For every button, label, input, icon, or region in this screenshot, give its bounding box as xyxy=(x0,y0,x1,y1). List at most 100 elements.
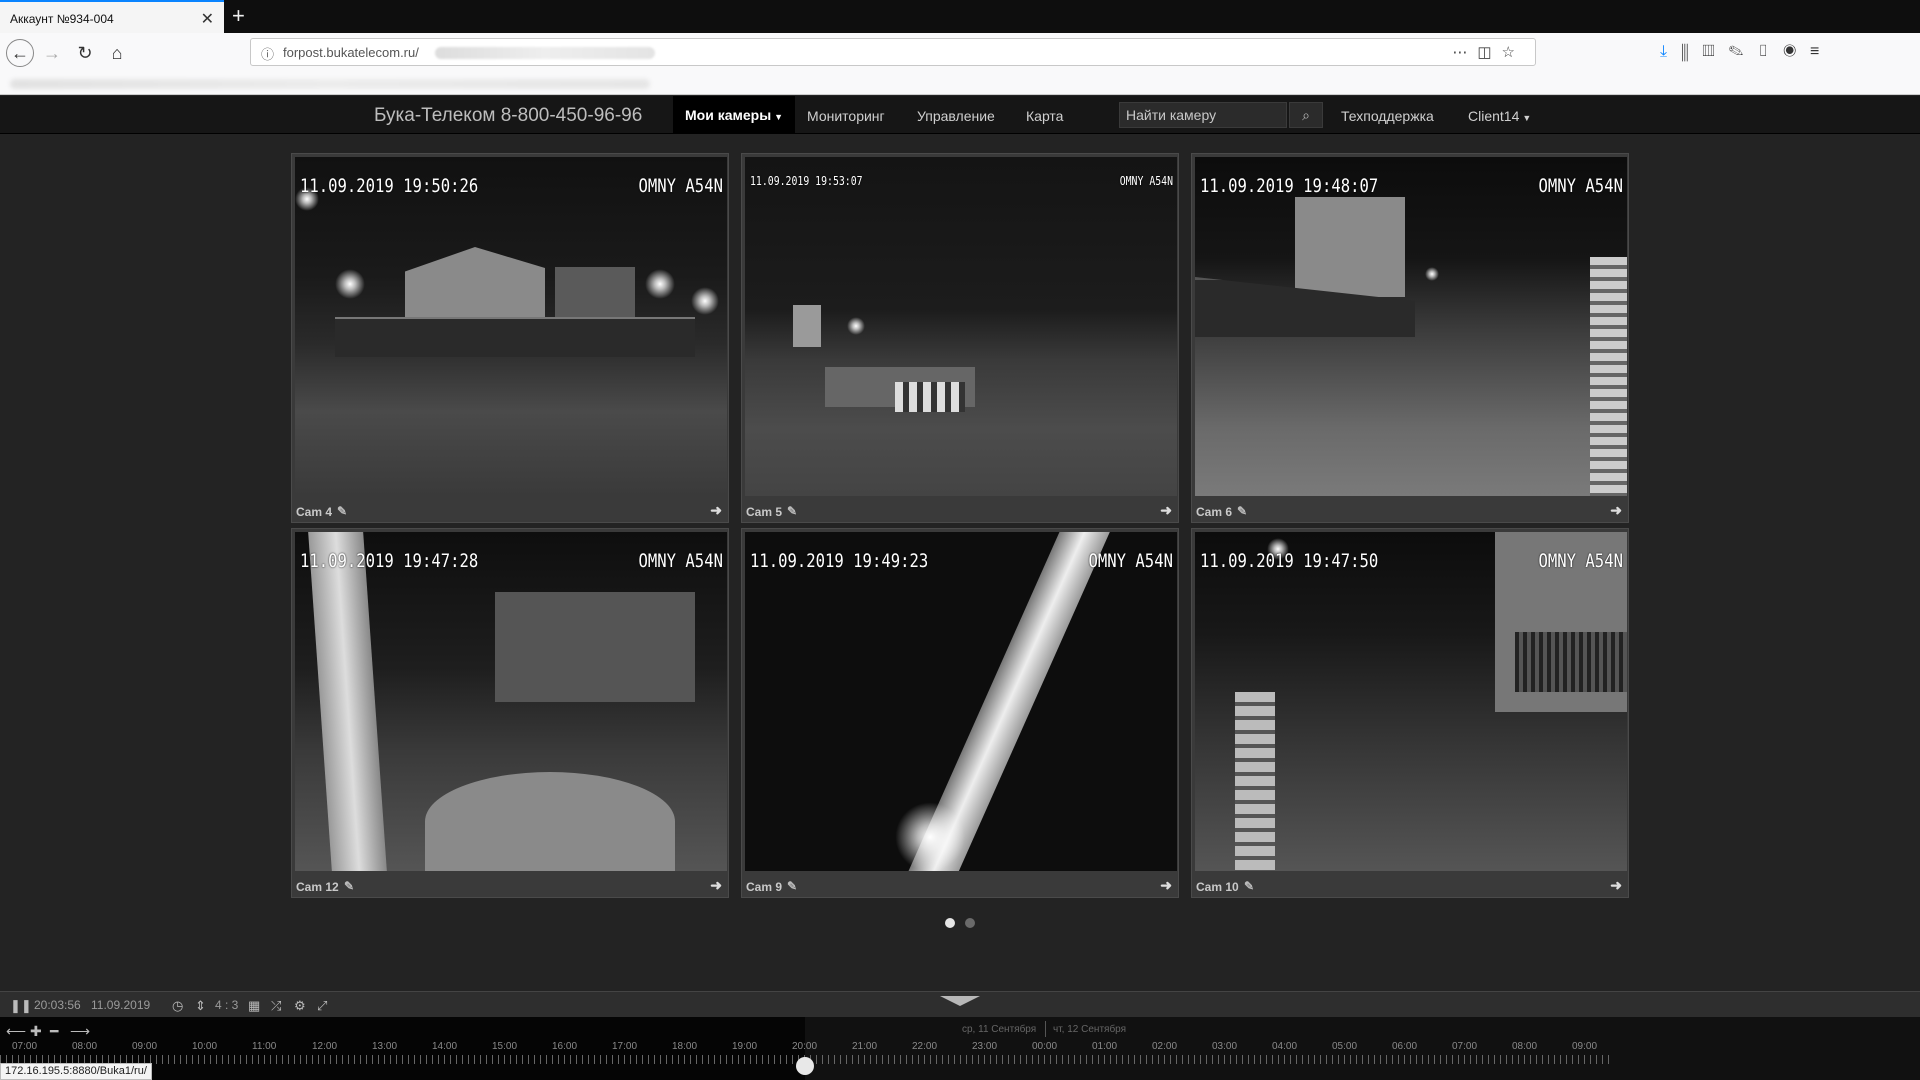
arrow-right-icon[interactable]: ➜ xyxy=(710,502,722,519)
aspect-ratio[interactable]: 4 : 3 xyxy=(215,998,238,1012)
camera-tile: 11.09.2019 19:48:07 OMNY A54N Cam 6 ✎ ➜ xyxy=(1191,153,1629,523)
toolbar-icons: ⤓⫼▥✎▯◉≡ xyxy=(1660,43,1833,61)
sort-icon[interactable]: ⇕ xyxy=(195,998,206,1014)
reload-icon[interactable]: ↻ xyxy=(73,41,97,65)
camera-feed[interactable]: 11.09.2019 19:50:26 OMNY A54N xyxy=(295,157,727,496)
timeline-hour-label: 06:00 xyxy=(1392,1041,1418,1052)
url-bar[interactable]: ⓘ forpost.bukatelecom.ru/ ⋯◫☆ xyxy=(250,38,1536,66)
nav-my-cameras-label: Мои камеры xyxy=(685,107,772,123)
timeline-hour-label: 17:00 xyxy=(612,1041,638,1052)
app-navbar: Бука-Телеком 8-800-450-96-96 Мои камеры ▼… xyxy=(0,96,1920,134)
zoom-out-icon[interactable]: ━ xyxy=(50,1023,58,1040)
shuffle-icon[interactable]: ⤮ xyxy=(271,998,281,1014)
grid-icon[interactable]: ▦ xyxy=(248,998,260,1014)
camera-feed[interactable]: 11.09.2019 19:47:28 OMNY A54N xyxy=(295,532,727,871)
collapse-arrow-icon[interactable] xyxy=(940,996,980,1006)
fullscreen-icon[interactable]: ⤢ xyxy=(317,998,327,1014)
fence-shape xyxy=(1235,692,1275,871)
gear-icon[interactable]: ⚙ xyxy=(294,998,306,1014)
camera-footer: Cam 9 ✎ ➜ xyxy=(742,874,1178,898)
arrow-right-icon[interactable]: ➜ xyxy=(710,877,722,894)
camera-timestamp: 11.09.2019 19:49:23 xyxy=(750,550,929,572)
camera-name: Cam 4 xyxy=(296,505,333,519)
arrow-right-icon[interactable]: ➜ xyxy=(1160,502,1172,519)
camera-timestamp: 11.09.2019 19:53:07 xyxy=(750,174,863,188)
playback-date: 11.09.2019 xyxy=(91,998,151,1012)
status-bar-url: 172.16.195.5:8880/Buka1/ru/ xyxy=(0,1063,152,1080)
camera-feed[interactable]: 11.09.2019 19:47:50 OMNY A54N xyxy=(1195,532,1627,871)
scroll-left-icon[interactable]: ⟵ xyxy=(6,1023,26,1040)
camera-feed[interactable]: 11.09.2019 19:49:23 OMNY A54N xyxy=(745,532,1177,871)
url-redacted xyxy=(435,47,655,59)
zoom-in-icon[interactable]: ✚ xyxy=(30,1023,42,1040)
nav-my-cameras[interactable]: Мои камеры ▼ xyxy=(673,96,796,134)
sidebar-icon[interactable]: ▥ xyxy=(1702,43,1728,60)
timeline-hour-label: 12:00 xyxy=(312,1041,338,1052)
camera-feed[interactable]: 11.09.2019 19:48:07 OMNY A54N xyxy=(1195,157,1627,496)
camera-search-input[interactable] xyxy=(1119,102,1287,128)
nav-monitoring[interactable]: Мониторинг xyxy=(807,108,885,124)
timeline-hour-label: 09:00 xyxy=(1572,1041,1598,1052)
camera-timestamp: 11.09.2019 19:48:07 xyxy=(1200,175,1379,197)
extension-icon[interactable]: ✎ xyxy=(1729,43,1758,60)
camera-name: Cam 9 xyxy=(746,880,783,894)
search-icon[interactable]: ⌕ xyxy=(1289,102,1323,128)
camera-feed[interactable]: 11.09.2019 19:53:07 OMNY A54N xyxy=(745,157,1177,496)
light-glow xyxy=(1425,267,1439,281)
pencil-icon[interactable]: ✎ xyxy=(344,879,354,893)
timeline-hour-label: 22:00 xyxy=(912,1041,938,1052)
page-dot-active[interactable] xyxy=(945,918,955,928)
arrow-right-icon[interactable]: ➜ xyxy=(1610,502,1622,519)
timeline-hour-label: 08:00 xyxy=(1512,1041,1538,1052)
fence-shape xyxy=(1590,257,1627,496)
pencil-icon[interactable]: ✎ xyxy=(1244,879,1254,893)
timeline-hour-label: 21:00 xyxy=(852,1041,878,1052)
timeline-hour-label: 03:00 xyxy=(1212,1041,1238,1052)
nav-support[interactable]: Техподдержка xyxy=(1341,108,1434,124)
forward-icon[interactable]: → xyxy=(40,41,64,65)
download-icon[interactable]: ⤓ xyxy=(1660,43,1681,60)
nav-management[interactable]: Управление xyxy=(917,108,995,124)
star-icon[interactable]: ☆ xyxy=(1502,44,1525,61)
light-glow xyxy=(691,287,719,315)
camera-model: OMNY A54N xyxy=(638,550,723,572)
brand-title[interactable]: Бука-Телеком 8-800-450-96-96 xyxy=(374,105,642,127)
new-tab-button[interactable]: + xyxy=(232,3,245,29)
pencil-icon[interactable]: ✎ xyxy=(1237,504,1247,518)
camera-footer: Cam 4 ✎ ➜ xyxy=(292,499,728,523)
camera-name: Cam 6 xyxy=(1196,505,1233,519)
pencil-icon[interactable]: ✎ xyxy=(787,879,797,893)
camera-tile: 11.09.2019 19:50:26 OMNY A54N Cam 4 ✎ ➜ xyxy=(291,153,729,523)
browser-tab[interactable]: Аккаунт №934-004 ✕ xyxy=(0,0,224,33)
pause-icon[interactable]: ❚❚ xyxy=(10,998,32,1014)
browser-tabstrip: Аккаунт №934-004 ✕ + xyxy=(0,0,1920,33)
timeline[interactable]: ⟵ ✚ ━ ⟶ ср, 11 Сентября чт, 12 Сентября … xyxy=(0,1017,1920,1080)
arrow-right-icon[interactable]: ➜ xyxy=(1160,877,1172,894)
more-icon[interactable]: ⋯ xyxy=(1452,44,1477,61)
day-label: чт, 12 Сентября xyxy=(1053,1024,1127,1035)
pencil-icon[interactable]: ✎ xyxy=(337,504,347,518)
scroll-right-icon[interactable]: ⟶ xyxy=(70,1023,90,1040)
back-icon[interactable]: ← xyxy=(6,39,34,67)
menu-icon[interactable]: ≡ xyxy=(1810,43,1833,60)
clipboard-icon[interactable]: ▯ xyxy=(1757,43,1783,60)
url-text[interactable]: forpost.bukatelecom.ru/ xyxy=(283,45,419,60)
library-icon[interactable]: ⫼ xyxy=(1681,43,1702,60)
nav-map[interactable]: Карта xyxy=(1026,108,1063,124)
arrow-right-icon[interactable]: ➜ xyxy=(1610,877,1622,894)
timeline-hour-label: 01:00 xyxy=(1092,1041,1118,1052)
camera-footer: Cam 6 ✎ ➜ xyxy=(1192,499,1628,523)
info-icon[interactable]: ⓘ xyxy=(261,44,274,63)
pocket-icon[interactable]: ◫ xyxy=(1477,44,1501,61)
account-icon[interactable]: ◉ xyxy=(1783,43,1810,60)
close-tab-icon[interactable]: ✕ xyxy=(201,9,214,29)
timeline-playhead[interactable] xyxy=(796,1057,814,1075)
pencil-icon[interactable]: ✎ xyxy=(787,504,797,518)
clock-icon[interactable]: ◷ xyxy=(172,998,183,1014)
camera-name: Cam 10 xyxy=(1196,880,1239,894)
nav-user-menu[interactable]: Client14 ▼ xyxy=(1468,108,1531,124)
user-name: Client14 xyxy=(1468,108,1520,124)
home-icon[interactable]: ⌂ xyxy=(105,41,129,65)
page-dot[interactable] xyxy=(965,918,975,928)
camera-name: Cam 12 xyxy=(296,880,339,894)
